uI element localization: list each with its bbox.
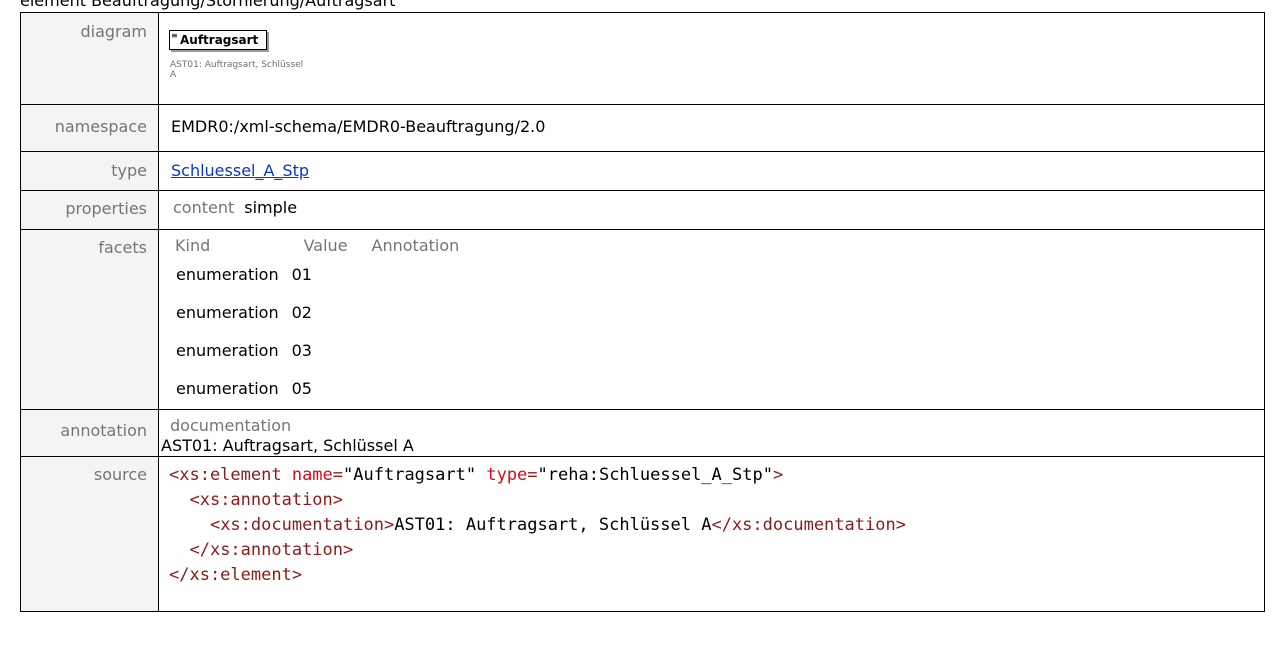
- schema-diagram: ≡ Auftragsart AST01: Auftragsart, Schlüs…: [159, 13, 1264, 104]
- annotation-key: documentation: [170, 416, 292, 435]
- property-value: simple: [244, 198, 298, 217]
- xml-tag: </xs:annotation>: [189, 540, 354, 560]
- label-diagram: diagram: [80, 22, 147, 41]
- xml-tag: <xs:element: [169, 465, 292, 485]
- annotation-block: documentation AST01: Auftragsart, Schlüs…: [159, 410, 1264, 456]
- row-diagram: diagram ≡ Auftragsart AST01: Auftragsart…: [20, 12, 1265, 105]
- facets-table: Kind Value Annotation enumeration 01 enu…: [163, 236, 471, 408]
- xml-text: AST01: Auftragsart, Schlüssel A: [394, 515, 712, 535]
- diagram-element-label: Auftragsart: [180, 33, 259, 47]
- facet-kind: enumeration: [176, 265, 279, 284]
- facet-row: enumeration 03: [163, 332, 471, 370]
- facet-row: enumeration 05: [163, 370, 471, 408]
- facet-annotation: [360, 370, 472, 408]
- facet-annotation: [360, 256, 472, 294]
- xml-tag: </xs:documentation>: [711, 515, 906, 535]
- xml-equals: =: [332, 465, 344, 485]
- facet-value: 05: [291, 379, 312, 398]
- facet-annotation: [360, 294, 472, 332]
- row-type: type Schluessel_A_Stp: [20, 151, 1265, 191]
- row-properties: properties content simple: [20, 190, 1265, 230]
- xml-tag: <xs:annotation>: [189, 490, 344, 510]
- row-source: source <xs:element name="Auftragsart" ty…: [20, 456, 1265, 612]
- diagram-element-box[interactable]: ≡ Auftragsart: [169, 30, 268, 50]
- facet-kind: enumeration: [176, 379, 279, 398]
- facet-annotation: [360, 332, 472, 370]
- property-key: content: [173, 198, 235, 217]
- xml-attr-value: "reha:Schluessel_A_Stp": [537, 465, 773, 485]
- namespace-value: EMDR0:/xml-schema/EMDR0-Beauftragung/2.0: [171, 117, 546, 136]
- facets-header-value: Value: [303, 236, 348, 255]
- diagram-annotation-note: AST01: Auftragsart, Schlüssel A: [170, 60, 304, 80]
- facets-header-kind: Kind: [175, 236, 211, 255]
- label-facets: facets: [98, 238, 147, 257]
- label-source: source: [93, 465, 147, 484]
- xml-tag: </xs:element>: [169, 565, 303, 585]
- xml-tag: <xs:documentation>: [209, 515, 395, 535]
- xml-tag: >: [772, 465, 784, 485]
- xml-equals: =: [527, 465, 538, 485]
- row-namespace: namespace EMDR0:/xml-schema/EMDR0-Beauft…: [20, 104, 1265, 152]
- facet-row: enumeration 01: [163, 256, 471, 294]
- annotation-value: AST01: Auftragsart, Schlüssel A: [161, 436, 414, 455]
- xml-attr-name: name: [291, 465, 333, 485]
- facets-header-annotation: Annotation: [371, 236, 460, 255]
- facet-value: 02: [291, 303, 312, 322]
- facet-value: 03: [291, 341, 312, 360]
- label-type: type: [111, 161, 147, 180]
- facet-kind: enumeration: [176, 303, 279, 322]
- xml-source-code: <xs:element name="Auftragsart" type="reh…: [169, 457, 1264, 588]
- xml-attr-name: type: [486, 465, 528, 485]
- facet-kind: enumeration: [176, 341, 279, 360]
- element-doc-table: diagram ≡ Auftragsart AST01: Auftragsart…: [20, 12, 1265, 612]
- facet-row: enumeration 02: [163, 294, 471, 332]
- label-namespace: namespace: [54, 117, 147, 136]
- xml-attr-value: "Auftragsart": [343, 465, 477, 485]
- facet-value: 01: [291, 265, 312, 284]
- page-heading: element Beauftragung/Stornierung/Auftrag…: [20, 0, 396, 10]
- row-annotation: annotation documentation AST01: Auftrags…: [20, 409, 1265, 457]
- facets-header-row: Kind Value Annotation: [163, 236, 471, 256]
- type-link[interactable]: Schluessel_A_Stp: [171, 161, 309, 180]
- label-properties: properties: [65, 199, 147, 218]
- label-annotation: annotation: [60, 421, 147, 440]
- row-facets: facets Kind Value Annotation enumeration…: [20, 229, 1265, 410]
- element-lines-icon: ≡: [171, 31, 178, 40]
- properties-list: content simple: [159, 191, 1264, 217]
